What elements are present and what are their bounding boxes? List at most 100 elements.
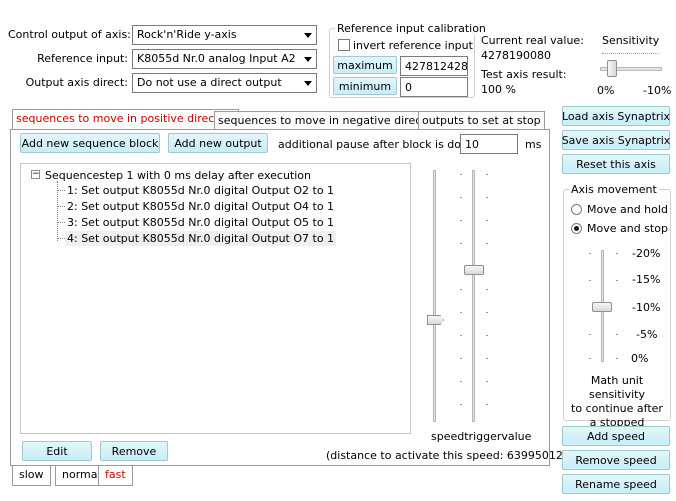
tree-branch (57, 190, 65, 191)
test-axis-label: Test axis result: (481, 68, 567, 81)
tree-item-selected[interactable]: 4: Set output K8055d Nr.0 digital Output… (65, 231, 337, 246)
speed-slider-track-right (472, 170, 475, 422)
tick (460, 174, 462, 175)
minimum-input[interactable]: 0 (400, 77, 468, 97)
scale-label: -10% (632, 301, 661, 314)
current-real-value: 4278190080 (481, 49, 551, 62)
tab-outputs-at-stop[interactable]: outputs to set at stop (418, 111, 545, 130)
output-axis-direct-label: Output axis direct: (25, 76, 128, 89)
tick (460, 358, 462, 359)
pause-input[interactable]: 10 (460, 134, 518, 154)
tick (486, 174, 488, 175)
add-speed-button[interactable]: Add speed (562, 426, 670, 446)
sensitivity-title: Sensitivity (602, 34, 660, 47)
tick (486, 381, 488, 382)
control-output-value: Rock'n'Ride y-axis (137, 28, 237, 41)
reference-input-value: K8055d Nr.0 analog Input A2 (137, 52, 296, 65)
tick (486, 404, 488, 405)
scale-label: -20% (632, 247, 661, 260)
pause-label: additional pause after block is done: (278, 138, 479, 151)
maximum-input[interactable]: 4278124286 (400, 56, 468, 76)
tick (486, 197, 488, 198)
tick (486, 243, 488, 244)
tree-item[interactable]: 2: Set output K8055d Nr.0 digital Output… (67, 200, 334, 213)
tick (486, 312, 488, 313)
invert-reference-label: invert reference input (353, 39, 473, 52)
edit-button[interactable]: Edit (22, 441, 92, 461)
test-axis-value: 100 % (481, 83, 516, 96)
scale-label: -5% (636, 328, 658, 341)
tick (460, 312, 462, 313)
tick (460, 381, 462, 382)
tick (460, 197, 462, 198)
tick (589, 358, 591, 359)
tick (460, 404, 462, 405)
tree-root[interactable]: Sequencestep 1 with 0 ms delay after exe… (45, 169, 311, 182)
chevron-down-icon (300, 74, 316, 92)
speed-tab-slow[interactable]: slow (12, 466, 51, 486)
tick (589, 334, 591, 335)
speed-slider-track-left (433, 170, 436, 422)
math-unit-slider-thumb[interactable] (592, 302, 612, 312)
remove-button[interactable]: Remove (100, 441, 168, 461)
tick (616, 334, 618, 335)
add-new-output-button[interactable]: Add new output (168, 133, 268, 153)
move-and-hold-radio[interactable] (571, 204, 582, 215)
save-axis-button[interactable]: Save axis Synaptrix (562, 130, 670, 150)
move-and-stop-radio[interactable] (571, 223, 582, 234)
pause-unit: ms (525, 138, 542, 151)
calibration-title: Reference input calibration (335, 22, 488, 35)
tick (486, 220, 488, 221)
tick (460, 220, 462, 221)
current-real-label: Current real value: (481, 34, 584, 47)
reference-input-select[interactable]: K8055d Nr.0 analog Input A2 (132, 49, 317, 69)
speed-trigger-label: speedtriggervalue (431, 430, 532, 443)
reset-axis-button[interactable]: Reset this axis (562, 154, 670, 174)
maximum-button[interactable]: maximum (333, 56, 397, 74)
load-axis-button[interactable]: Load axis Synaptrix (562, 106, 670, 126)
rename-speed-button[interactable]: Rename speed (562, 474, 670, 494)
speed-slider-thumb-left[interactable] (427, 315, 444, 325)
move-and-stop-label: Move and stop (587, 222, 668, 235)
speed-tab-fast[interactable]: fast (98, 466, 133, 486)
distance-text: (distance to activate this speed: 639950… (326, 449, 575, 462)
tick (589, 280, 591, 281)
reference-input-label: Reference input: (37, 52, 128, 65)
tab-positive-direction[interactable]: sequences to move in positive direction (12, 109, 240, 130)
tick (616, 358, 618, 359)
tick (616, 253, 618, 254)
remove-speed-button[interactable]: Remove speed (562, 450, 670, 470)
control-output-select[interactable]: Rock'n'Ride y-axis (132, 25, 317, 45)
tick (460, 335, 462, 336)
chevron-down-icon (300, 50, 316, 68)
tick (589, 253, 591, 254)
collapse-icon[interactable]: − (31, 170, 40, 179)
output-axis-direct-select[interactable]: Do not use a direct output (132, 73, 317, 93)
chevron-down-icon (300, 26, 316, 44)
tree-branch (57, 206, 65, 207)
tick (486, 335, 488, 336)
scale-label: 0% (631, 352, 649, 365)
tick (460, 243, 462, 244)
control-output-label: Control output of axis: (8, 28, 131, 41)
sensitivity-right-label: -10% (643, 84, 672, 97)
tab-negative-direction[interactable]: sequences to move in negative direction (214, 111, 447, 130)
tree-item[interactable]: 3: Set output K8055d Nr.0 digital Output… (67, 216, 334, 229)
sensitivity-thumb[interactable] (607, 60, 617, 77)
minimum-button[interactable]: minimum (333, 77, 397, 95)
sensitivity-left-label: 0% (597, 84, 615, 97)
tree-item[interactable]: 1: Set output K8055d Nr.0 digital Output… (67, 184, 334, 197)
speed-slider-thumb-right[interactable] (464, 265, 484, 275)
scale-label: -15% (632, 273, 661, 286)
add-sequence-block-button[interactable]: Add new sequence block (20, 133, 160, 153)
math-unit-line: to continue after (571, 402, 663, 415)
math-unit-line: Math unit sensitivity (588, 374, 645, 401)
tick (486, 358, 488, 359)
tree-branch (57, 222, 65, 223)
tick (460, 289, 462, 290)
tick (486, 289, 488, 290)
tree-branch (57, 238, 65, 239)
sensitivity-ticks (602, 53, 658, 57)
invert-reference-checkbox[interactable] (338, 39, 350, 51)
tick (616, 280, 618, 281)
